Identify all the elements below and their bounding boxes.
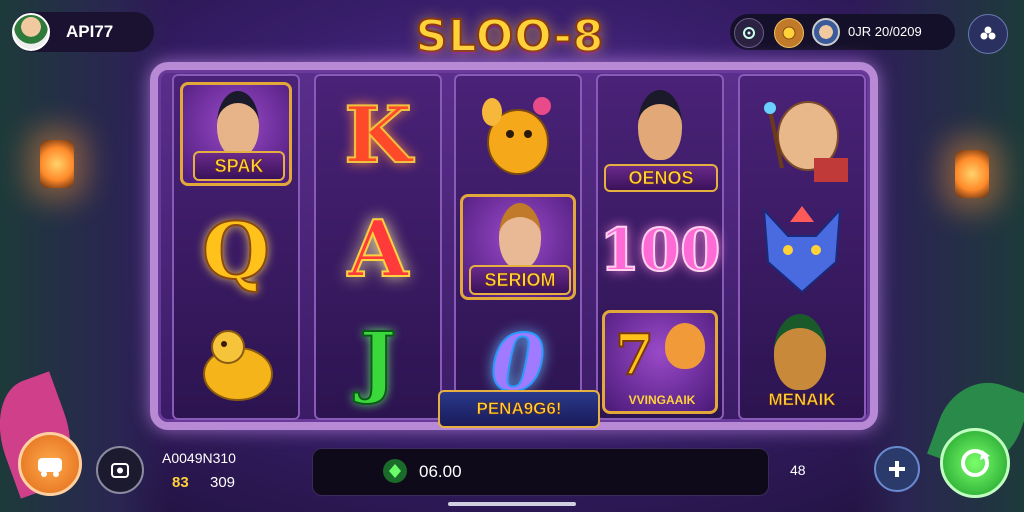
- lantern-right-icon: [955, 150, 989, 198]
- reel-4: OENOS 100 7 VVINGAAIK: [596, 74, 724, 420]
- reel-2: K A J: [314, 74, 442, 420]
- shop-button[interactable]: [18, 432, 82, 496]
- character-portrait: [774, 314, 826, 390]
- reel-symbol: 100: [598, 194, 722, 306]
- character-portrait: [217, 91, 259, 157]
- bet-bar: 06.00: [312, 448, 769, 496]
- reel-symbol: J: [316, 306, 440, 418]
- symbol-label: SERIOM: [469, 265, 571, 295]
- progress-indicator: [448, 502, 576, 506]
- symbol-letter: Q: [201, 206, 271, 297]
- reel-5: MENAIK: [738, 74, 866, 420]
- reel-symbol: [740, 194, 864, 306]
- player-avatar: [12, 13, 50, 51]
- reel-symbol: 7 VVINGAAIK: [602, 310, 718, 414]
- symbol-letter: 7: [614, 322, 655, 388]
- reel-symbol: A: [316, 194, 440, 306]
- feature-banner: PENA9G6!: [438, 390, 600, 428]
- coin-icon: [782, 26, 796, 40]
- symbol-letter: J: [359, 316, 398, 407]
- symbol-letter: A: [347, 204, 410, 295]
- refresh-icon: [111, 463, 129, 478]
- reel-symbol: SERIOM: [460, 194, 576, 300]
- settings-button[interactable]: [734, 18, 764, 48]
- tiger-icon: [665, 323, 705, 369]
- golden-seahorse-icon: [203, 330, 273, 401]
- stat-b: 309: [210, 474, 236, 491]
- symbol-label: MENAIK: [768, 390, 836, 410]
- reel-symbol: K: [316, 80, 440, 192]
- flower-icon: [980, 26, 996, 40]
- symbol-letter: K: [343, 90, 413, 181]
- player-profile[interactable]: API77: [12, 12, 154, 52]
- reel-symbol: Q: [174, 196, 298, 308]
- spin-icon: [961, 449, 990, 477]
- gem-icon: [389, 464, 401, 478]
- coin-button[interactable]: [774, 18, 804, 48]
- rainbow-wolf-icon: [762, 206, 842, 294]
- header-avatar[interactable]: [812, 18, 840, 46]
- stat-a: 83: [172, 474, 189, 491]
- menu-button[interactable]: [968, 14, 1008, 54]
- character-portrait: [638, 90, 682, 160]
- reel-3: SERIOM 0: [454, 74, 582, 420]
- cart-icon: [38, 458, 62, 477]
- plus-icon: [889, 461, 905, 477]
- reel-symbol: OENOS: [598, 80, 722, 192]
- symbol-label: SPAK: [193, 151, 285, 181]
- bet-value: 06.00: [419, 462, 462, 481]
- gear-icon: [743, 27, 755, 39]
- account-code: A0049N310: [162, 450, 236, 466]
- golden-deer-icon: [482, 97, 551, 175]
- symbol-letter: 100: [598, 216, 721, 284]
- player-name: API77: [66, 22, 114, 41]
- autoplay-button[interactable]: [96, 446, 144, 494]
- spin-button[interactable]: [940, 428, 1010, 498]
- bet-button[interactable]: [383, 459, 407, 483]
- symbol-label: OENOS: [604, 164, 718, 192]
- reel-symbol: [174, 308, 298, 420]
- reel-1: SPAK Q: [172, 74, 300, 420]
- balance-display: 0JR 20/0209: [848, 24, 922, 39]
- symbol-label: VVINGAAIK: [628, 393, 696, 407]
- reel-symbol: [740, 80, 864, 192]
- reel-symbol: SPAK: [180, 82, 292, 186]
- character-portrait: [499, 203, 541, 269]
- reel-symbol: [456, 80, 580, 192]
- lantern-left-icon: [40, 140, 74, 188]
- lion-wizard-icon: [764, 101, 848, 182]
- add-bet-button[interactable]: [874, 446, 920, 492]
- reel-symbol: MENAIK: [740, 308, 864, 420]
- right-value: 48: [790, 462, 806, 478]
